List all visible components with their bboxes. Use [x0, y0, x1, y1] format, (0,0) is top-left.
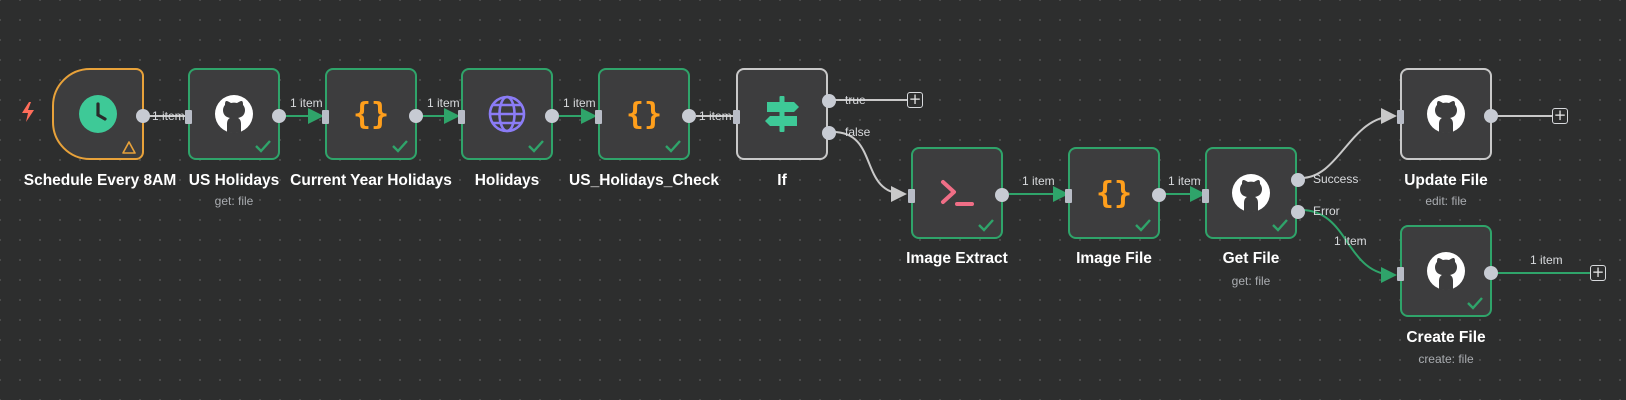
node-if[interactable] — [733, 68, 836, 160]
add-node-button-true[interactable]: + — [907, 92, 923, 108]
input-port[interactable] — [185, 110, 192, 124]
edge-item-count: 1 item — [1022, 174, 1055, 188]
input-port[interactable] — [1397, 267, 1404, 281]
code-braces-icon: {} — [623, 93, 665, 135]
github-icon — [213, 93, 255, 135]
input-port[interactable] — [322, 110, 329, 124]
workflow-canvas[interactable]: Schedule Every 8AM US Holidays get: file… — [0, 0, 1626, 400]
input-port[interactable] — [733, 110, 740, 124]
node-holidays[interactable] — [458, 68, 559, 160]
add-node-button-update[interactable]: + — [1552, 108, 1568, 124]
output-port[interactable] — [1484, 266, 1498, 280]
terminal-icon — [936, 172, 978, 214]
code-braces-icon: {} — [1093, 172, 1135, 214]
node-schedule-trigger[interactable] — [52, 68, 150, 160]
edge-item-count: 1 item — [1334, 234, 1367, 248]
output-port[interactable] — [272, 109, 286, 123]
success-check-icon — [528, 140, 544, 153]
edge-item-count: 1 item — [1530, 253, 1563, 267]
node-subtitle: get: file — [1231, 274, 1271, 288]
node-title: Get File — [1222, 250, 1280, 267]
success-output-port[interactable] — [1291, 173, 1305, 187]
globe-icon — [486, 93, 528, 135]
github-icon — [1425, 93, 1467, 135]
success-check-icon — [392, 140, 408, 153]
code-braces-icon: {} — [350, 93, 392, 135]
false-branch-label: false — [845, 125, 871, 139]
node-image-extract[interactable] — [908, 147, 1009, 239]
input-port[interactable] — [908, 189, 915, 203]
node-subtitle: get: file — [214, 194, 254, 208]
svg-text:{}: {} — [1096, 176, 1132, 211]
success-check-icon — [1467, 297, 1483, 310]
edge-item-count: 1 item — [427, 96, 460, 110]
node-update-file[interactable] — [1397, 68, 1498, 160]
success-check-icon — [1272, 219, 1288, 232]
output-port[interactable] — [682, 109, 696, 123]
node-image-file[interactable]: {} — [1065, 147, 1166, 239]
error-branch-label: Error — [1313, 204, 1340, 218]
github-icon — [1425, 250, 1467, 292]
node-us-holidays[interactable] — [185, 68, 286, 160]
svg-text:{}: {} — [353, 97, 389, 132]
success-check-icon — [255, 140, 271, 153]
true-branch-label: true — [845, 93, 866, 107]
add-node-button-create[interactable]: + — [1590, 265, 1606, 281]
node-get-file[interactable] — [1202, 147, 1305, 239]
edge-item-count: 1 item — [1168, 174, 1201, 188]
output-port[interactable] — [136, 109, 150, 123]
success-check-icon — [978, 219, 994, 232]
output-port[interactable] — [409, 109, 423, 123]
warning-icon — [122, 141, 136, 154]
input-port[interactable] — [1202, 189, 1209, 203]
input-port[interactable] — [1397, 110, 1404, 124]
clock-icon — [77, 93, 119, 135]
trigger-bolt-icon — [22, 102, 34, 122]
success-check-icon — [665, 140, 681, 153]
output-port[interactable] — [1152, 188, 1166, 202]
true-output-port[interactable] — [822, 94, 836, 108]
error-output-port[interactable] — [1291, 205, 1305, 219]
success-check-icon — [1135, 219, 1151, 232]
signpost-icon — [761, 93, 803, 135]
edge-item-count: 1 item — [290, 96, 323, 110]
node-subtitle: edit: file — [1425, 194, 1467, 208]
output-port[interactable] — [995, 188, 1009, 202]
input-port[interactable] — [1065, 189, 1072, 203]
svg-text:{}: {} — [626, 97, 662, 132]
output-port[interactable] — [545, 109, 559, 123]
node-title: Create File — [1406, 329, 1486, 346]
edge-get-file-success-to-update[interactable] — [1300, 108, 1397, 179]
node-subtitle: create: file — [1418, 352, 1474, 366]
node-title: Update File — [1404, 172, 1488, 189]
output-port[interactable] — [1484, 109, 1498, 123]
edge-item-count: 1 item — [152, 109, 185, 123]
edge-item-count: 1 item — [563, 96, 596, 110]
node-title: If — [777, 172, 787, 189]
node-create-file[interactable] — [1397, 225, 1498, 317]
edge-item-count: 1 item — [699, 109, 732, 123]
false-output-port[interactable] — [822, 126, 836, 140]
input-port[interactable] — [595, 110, 602, 124]
input-port[interactable] — [458, 110, 465, 124]
node-us-holidays-check[interactable]: {} — [595, 68, 696, 160]
node-current-year-holidays[interactable]: {} — [322, 68, 423, 160]
github-icon — [1230, 172, 1272, 214]
